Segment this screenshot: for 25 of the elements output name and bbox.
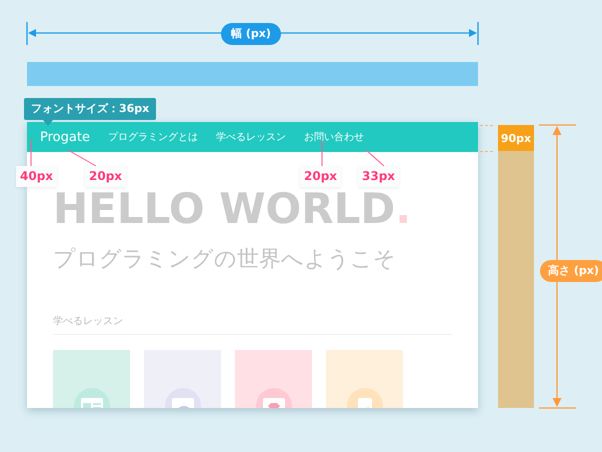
- site-logo[interactable]: Progate: [40, 130, 90, 144]
- height-label: 高さ (px): [540, 260, 602, 282]
- header-height-bar: 90px: [498, 125, 534, 151]
- width-label: 幅 (px): [221, 23, 281, 45]
- spacing-label: 40px: [16, 166, 58, 187]
- leader-line: [68, 150, 96, 166]
- leader-line: [30, 140, 32, 166]
- spacing-label: 20px: [85, 166, 126, 187]
- hero-title-accent: .: [395, 184, 412, 233]
- spacing-label: 20px: [300, 166, 342, 187]
- spacing-label: 33px: [358, 166, 400, 187]
- nav-link[interactable]: お問い合わせ: [304, 130, 364, 144]
- guide-line: [480, 125, 496, 126]
- leader-line: [366, 150, 384, 166]
- lesson-card[interactable]: [326, 350, 403, 408]
- lesson-card[interactable]: [144, 350, 221, 408]
- font-size-callout: フォントサイズ：36px: [24, 98, 156, 120]
- section-heading: 学べるレッスン: [53, 315, 124, 329]
- lesson-card[interactable]: [53, 350, 130, 408]
- lesson-card[interactable]: [235, 350, 312, 408]
- nav-link[interactable]: プログラミングとは: [108, 130, 198, 144]
- hero-subtitle: プログラミングの世界へようこそ: [53, 246, 397, 274]
- nav-link[interactable]: 学べるレッスン: [216, 130, 286, 144]
- callout-pointer-icon: [43, 120, 53, 126]
- guide-line: [480, 151, 496, 152]
